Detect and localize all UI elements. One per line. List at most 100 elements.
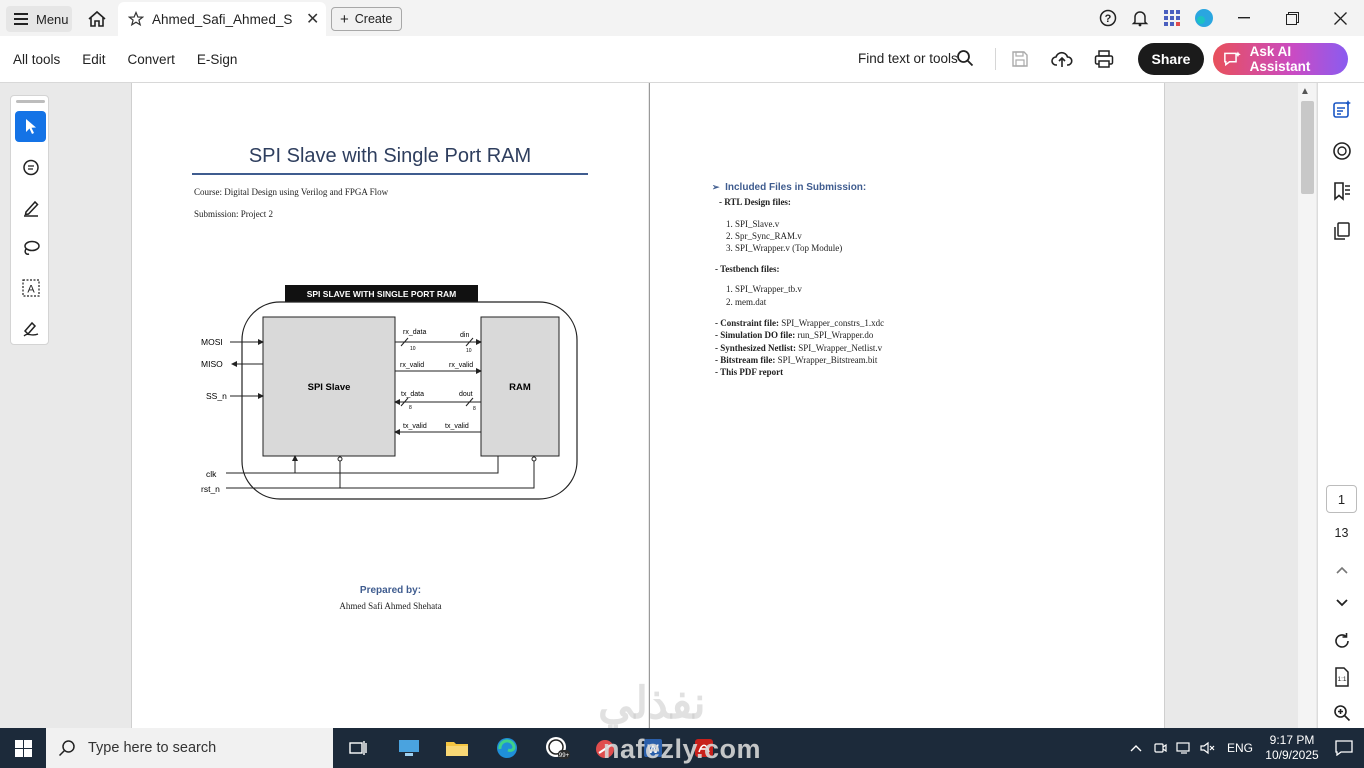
network-icon[interactable] [1172,728,1196,768]
toolbar-menu: All tools Edit Convert E-Sign [13,36,237,82]
mosi-label: MOSI [201,337,223,347]
show-hidden-icons-icon[interactable] [1124,728,1148,768]
rtl-file-2: 2. Spr_Sync_RAM.v [726,231,802,241]
ai-summary-icon[interactable] [1330,97,1354,121]
draw-tool[interactable] [15,232,46,263]
search-placeholder: Type here to search [88,740,217,756]
menu-all-tools[interactable]: All tools [13,52,60,67]
comments-panel-icon[interactable] [1330,139,1354,163]
simulation-do-value: run_SPI_Wrapper.do [795,330,874,340]
prepared-by-text: Prepared by: [359,585,422,596]
document-title: SPI Slave with Single Port RAM [248,145,532,167]
title-bar: Menu Ahmed_Safi_Ahmed_S... ✕ + Create ? [0,0,1364,36]
ai-assistant-button[interactable]: Ask AI Assistant [1213,43,1348,75]
rst-n-label: rst_n [201,484,220,494]
previous-page-icon[interactable] [1330,558,1354,582]
apps-grid-icon[interactable] [1156,0,1188,36]
svg-text:?: ? [1105,13,1112,25]
edge-browser-icon[interactable] [491,732,523,764]
miso-label: MISO [201,359,223,369]
rotate-icon[interactable] [1330,629,1354,653]
page-thumbnails-icon[interactable] [1330,219,1354,243]
taskbar-search[interactable]: Type here to search [46,728,333,768]
text-tool[interactable]: A [15,272,46,303]
comment-tool[interactable] [15,152,46,183]
constraint-value: SPI_Wrapper_constrs_1.xdc [779,318,885,328]
select-tool[interactable] [15,111,46,142]
share-button[interactable]: Share [1138,43,1204,75]
notifications-icon[interactable] [1324,728,1364,768]
window-controls: ? [1092,0,1364,36]
clock[interactable]: 9:17 PM 10/9/2025 [1260,733,1324,763]
pen-icon [23,200,39,217]
prepared-by-heading: Prepared by: [132,585,648,596]
minimize-icon[interactable] [1220,0,1268,36]
pdf-page-1: SPI Slave with Single Port RAM Course: D… [131,83,648,728]
cloud-upload-icon[interactable] [1050,47,1074,71]
tab-title: Ahmed_Safi_Ahmed_S... [152,11,292,27]
rx-valid-left-label: rx_valid [400,362,424,369]
print-icon[interactable] [1092,47,1116,71]
menu-edit[interactable]: Edit [82,52,105,67]
search-icon[interactable] [956,49,974,72]
pdf-report-line: - This PDF report [715,367,783,377]
clock-time: 9:17 PM [1269,733,1315,747]
simulation-do-line: - Simulation DO file: run_SPI_Wrapper.do [715,330,873,340]
menu-convert[interactable]: Convert [128,52,175,67]
restore-icon[interactable] [1268,0,1316,36]
right-rail: 1 13 1:1 [1317,83,1364,728]
profile-avatar[interactable] [1188,0,1220,36]
highlight-tool[interactable] [15,192,46,223]
close-tab-icon[interactable]: ✕ [306,9,319,29]
rx-data-label: rx_data [403,329,426,336]
save-icon[interactable] [1008,47,1032,71]
bookmarks-icon[interactable] [1330,179,1354,203]
whatsapp-icon[interactable]: 99+ [541,732,573,764]
tb-file-2: 2. mem.dat [726,297,767,307]
actual-size-icon[interactable]: 1:1 [1330,665,1354,689]
language-indicator[interactable]: ENG [1220,728,1260,768]
tx-data-width: 8 [409,405,412,411]
volume-muted-icon[interactable] [1196,728,1220,768]
close-window-icon[interactable] [1316,0,1364,36]
current-page-input[interactable]: 1 [1326,485,1357,513]
create-button[interactable]: + Create [331,7,402,31]
next-page-icon[interactable] [1330,591,1354,615]
star-icon[interactable] [128,11,144,27]
bitstream-line: - Bitstream file: SPI_Wrapper_Bitstream.… [715,355,877,365]
menu-e-sign[interactable]: E-Sign [197,52,238,67]
ram-label: RAM [509,382,531,393]
sign-icon [23,321,38,337]
watermark-arabic: نفذلي [598,679,706,728]
rx-valid-right-label: rx_valid [449,362,473,369]
netlist-label: - Synthesized Netlist: [715,343,796,353]
tb-file-1: 1. SPI_Wrapper_tb.v [726,284,802,294]
sign-tool[interactable] [15,312,46,343]
meet-now-icon[interactable] [1148,728,1172,768]
ai-assistant-icon [1224,51,1241,67]
document-tab[interactable]: Ahmed_Safi_Ahmed_S... ✕ [118,2,326,36]
file-explorer-icon[interactable] [441,732,473,764]
dout-width: 8 [473,406,476,412]
this-pc-app-icon[interactable] [393,732,425,764]
cursor-icon [25,118,36,134]
rx-data-width: 10 [410,346,416,352]
search-icon [58,740,75,757]
menu-button[interactable]: Menu [6,6,72,32]
task-view-icon[interactable] [342,732,374,764]
plus-icon: + [340,10,349,28]
watermark-latin: nafezly.com [603,734,762,764]
scroll-up-arrow-icon[interactable]: ▲ [1300,86,1310,97]
constraint-file-line: - Constraint file: SPI_Wrapper_constrs_1… [715,318,884,328]
total-pages: 13 [1334,526,1349,540]
tx-data-label: tx_data [401,391,424,398]
home-button[interactable] [84,6,110,32]
panel-grip[interactable] [16,100,45,103]
notification-bell-icon[interactable] [1124,0,1156,36]
zoom-in-icon[interactable] [1330,701,1354,725]
scrollbar-thumb[interactable] [1301,101,1314,194]
diagram-banner-text: SPI SLAVE WITH SINGLE PORT RAM [307,289,457,299]
windows-start-button[interactable] [0,728,46,768]
find-text-label[interactable]: Find text or tools [858,51,958,66]
help-icon[interactable]: ? [1092,0,1124,36]
